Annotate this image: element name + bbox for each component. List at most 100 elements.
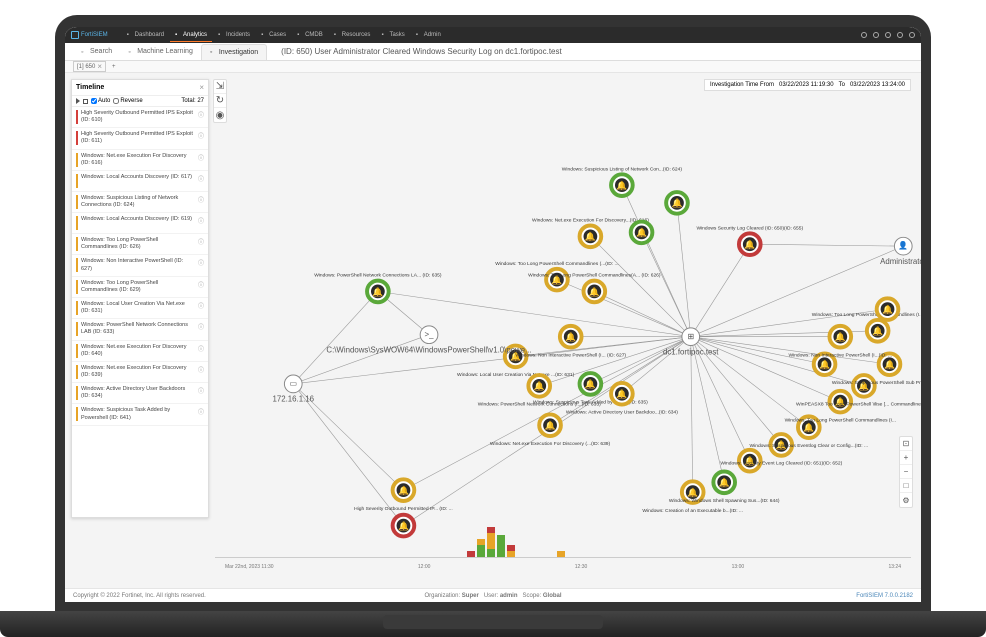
graph-node[interactable]: 🔔Windows: Non Interactive PowerShell (I.… <box>515 326 626 359</box>
alert-icon[interactable] <box>873 32 879 38</box>
nav-tab-cmdb[interactable]: ▪CMDB <box>292 29 328 42</box>
help-icon[interactable] <box>909 32 915 38</box>
crumb-tag[interactable]: [1] 650 × <box>73 61 106 72</box>
timeline-item-text: Windows: Local Accounts Discovery (ID: 6… <box>81 216 195 223</box>
nav-tab-admin[interactable]: ▪Admin <box>411 29 446 42</box>
info-icon[interactable]: ⓘ <box>198 237 204 246</box>
timeline-item[interactable]: Windows: Local Accounts Discovery (ID: 6… <box>72 171 208 192</box>
graph-special-node[interactable]: ▭172.16.1.16 <box>272 375 314 404</box>
graph-node[interactable]: 🔔Windows: Suspicious Listing of Network … <box>562 166 683 196</box>
timeline-item[interactable]: Windows: Non Interactive PowerShell (ID:… <box>72 255 208 276</box>
nav-icon: ▪ <box>261 32 267 38</box>
refresh-icon[interactable]: ↻ <box>214 94 226 108</box>
graph-node[interactable]: 🔔Windows: Security Event Log Cleared (ID… <box>720 434 842 467</box>
settings-icon[interactable]: ⚙ <box>900 493 912 507</box>
timeline-item-text: Windows: Too Long PowerShell Commandline… <box>81 237 195 251</box>
info-icon[interactable]: ⓘ <box>198 153 204 162</box>
svg-text:🔔: 🔔 <box>835 332 846 342</box>
timeline-item[interactable]: Windows: PowerShell Network Connections … <box>72 319 208 340</box>
graph-node[interactable]: 🔔High Severity Outbound Permitted IP... … <box>354 479 453 512</box>
svg-text:Windows: Local User Creation V: Windows: Local User Creation Via Net.exe… <box>457 372 575 378</box>
time-range-selector[interactable]: Investigation Time From 03/22/2023 11:19… <box>704 79 911 91</box>
nav-tab-resources[interactable]: ▪Resources <box>329 29 376 42</box>
refresh-icon[interactable] <box>861 32 867 38</box>
timeline-item[interactable]: Windows: Suspicious Listing of Network C… <box>72 192 208 213</box>
info-icon[interactable]: ⓘ <box>198 407 204 416</box>
info-icon[interactable]: ⓘ <box>198 174 204 183</box>
timeline-item[interactable]: Windows: Net.exe Execution For Discovery… <box>72 362 208 383</box>
graph-special-node[interactable]: >_C:\Windows\SysWOW64\WindowsPowerShell\… <box>326 326 531 355</box>
nav-icon: ▪ <box>127 32 133 38</box>
timeline-item[interactable]: Windows: Active Directory User Backdoors… <box>72 383 208 404</box>
nav-tab-cases[interactable]: ▪Cases <box>256 29 291 42</box>
subtab-search[interactable]: ◦Search <box>73 44 120 60</box>
graph-node[interactable]: 🔔Windows: Net.exe Execution For Discover… <box>490 414 611 447</box>
svg-text:🔔: 🔔 <box>585 232 596 242</box>
eye-icon[interactable]: ◉ <box>214 108 226 122</box>
info-icon[interactable]: ⓘ <box>198 365 204 374</box>
timerange-to: 03/22/2023 13:24:00 <box>850 82 905 88</box>
timeline-item[interactable]: High Severity Outbound Permitted IPS Exp… <box>72 107 208 128</box>
graph-node[interactable]: 🔔Windows Security Log Cleared (ID: 650)(… <box>696 225 803 255</box>
histo-bar[interactable] <box>477 539 485 557</box>
user-icon[interactable] <box>897 32 903 38</box>
info-icon[interactable]: ⓘ <box>198 110 204 119</box>
expand-icon[interactable]: ⇲ <box>214 80 226 94</box>
info-icon[interactable]: ⓘ <box>198 280 204 289</box>
nav-tab-tasks[interactable]: ▪Tasks <box>376 29 409 42</box>
timerange-from: 03/22/2023 11:19:30 <box>779 82 834 88</box>
zoom-in-icon[interactable]: + <box>900 451 912 465</box>
timeline-item[interactable]: Windows: Too Long PowerShell Commandline… <box>72 234 208 255</box>
timeline-item[interactable]: Windows: Net.exe Execution For Discovery… <box>72 341 208 362</box>
auto-checkbox[interactable] <box>91 98 97 104</box>
timeline-item-text: Windows: Suspicious Listing of Network C… <box>81 195 195 209</box>
info-icon[interactable]: ⓘ <box>198 322 204 331</box>
stop-icon[interactable] <box>83 99 88 104</box>
info-icon[interactable]: ⓘ <box>198 131 204 140</box>
subtab-investigation[interactable]: ◦Investigation <box>201 44 267 60</box>
info-icon[interactable]: ⓘ <box>198 344 204 353</box>
zoom-out-icon[interactable]: − <box>900 465 912 479</box>
graph-node[interactable]: 🔔 <box>666 192 688 214</box>
timeline-item-text: Windows: Net.exe Execution For Discovery… <box>81 365 195 379</box>
timeline-item[interactable]: Windows: Local Accounts Discovery (ID: 6… <box>72 213 208 234</box>
nav-tab-dashboard[interactable]: ▪Dashboard <box>122 29 169 42</box>
timeline-item[interactable]: Windows: Suspicious Task Added by Powers… <box>72 404 208 425</box>
reverse-checkbox[interactable] <box>113 98 119 104</box>
info-icon[interactable]: ⓘ <box>198 386 204 395</box>
nav-tab-analytics[interactable]: ▪Analytics <box>170 29 212 42</box>
histo-bar[interactable] <box>487 527 495 557</box>
close-icon[interactable]: × <box>97 62 102 71</box>
histo-bar[interactable] <box>557 551 565 557</box>
timeline-histogram[interactable]: Mar 22nd, 2023 11:3012:0012:3013:0013:24 <box>215 520 911 570</box>
timeline-item[interactable]: High Severity Outbound Permitted IPS Exp… <box>72 128 208 149</box>
close-icon[interactable]: × <box>199 83 204 92</box>
graph-node[interactable]: 🔔 <box>631 222 653 244</box>
histo-bar[interactable] <box>497 535 505 557</box>
timeline-item[interactable]: Windows: Too Long PowerShell Commandline… <box>72 277 208 298</box>
info-icon[interactable]: ⓘ <box>198 195 204 204</box>
svg-text:🔔: 🔔 <box>589 287 600 297</box>
nav-icon: ▪ <box>381 32 387 38</box>
reset-icon[interactable]: □ <box>900 479 912 493</box>
timeline-item[interactable]: Windows: Net.exe Execution For Discovery… <box>72 150 208 171</box>
subtab-machine-learning[interactable]: ◦Machine Learning <box>120 44 201 60</box>
fullscreen-icon[interactable] <box>885 32 891 38</box>
histo-bar[interactable] <box>467 551 475 557</box>
graph-node[interactable]: 🔔 <box>877 298 899 320</box>
severity-bar <box>76 258 78 272</box>
severity-bar <box>76 407 78 421</box>
main-navbar: FortiSIEM ▪Dashboard▪Analytics▪Incidents… <box>65 27 921 43</box>
fit-icon[interactable]: ⊡ <box>900 437 912 451</box>
histo-bar[interactable] <box>507 545 515 557</box>
info-icon[interactable]: ⓘ <box>198 301 204 310</box>
svg-text:👤: 👤 <box>898 240 908 250</box>
info-icon[interactable]: ⓘ <box>198 216 204 225</box>
nav-tab-incidents[interactable]: ▪Incidents <box>213 29 255 42</box>
page-title: (ID: 650) User Administrator Cleared Win… <box>281 47 562 56</box>
info-icon[interactable]: ⓘ <box>198 258 204 267</box>
graph-special-node[interactable]: 👤Administrator <box>880 237 921 266</box>
play-icon[interactable] <box>76 98 80 104</box>
svg-text:🔔: 🔔 <box>372 287 383 297</box>
timeline-item[interactable]: Windows: Local User Creation Via Net.exe… <box>72 298 208 319</box>
